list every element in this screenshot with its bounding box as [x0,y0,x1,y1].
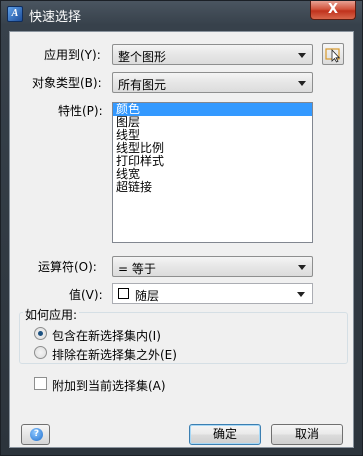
append-checkbox-row[interactable]: 附加到当前选择集(A) [34,376,234,393]
object-type-value: 所有图元 [118,78,167,92]
chevron-down-icon [298,265,306,270]
exclude-radio-row[interactable]: 排除在新选择集之外(E) [34,345,234,362]
window-title: 快速选择 [29,10,82,25]
object-type-combo[interactable]: 所有图元 [112,72,313,93]
how-to-apply-title: 如何应用: [23,306,80,323]
value-label: 值(V): [69,288,103,302]
operator-value: = 等于 [118,262,156,276]
property-list-item[interactable]: 图层 [113,116,312,129]
operator-label: 运算符(O): [38,260,97,274]
include-radio[interactable] [34,327,47,340]
apply-to-value: 整个图形 [118,50,167,64]
apply-to-label: 应用到(Y): [44,48,101,62]
properties-label: 特性(P): [58,104,103,118]
exclude-radio[interactable] [34,346,47,359]
select-objects-button[interactable] [322,43,344,65]
quick-select-dialog: A 快速选择 X 应用到(Y): 整个图形 对象类型(B): 所有图元 特性(P… [0,0,363,456]
chevron-down-icon [298,81,306,86]
chevron-down-icon [297,292,305,297]
value-value: 随层 [135,289,160,303]
property-list-item[interactable]: 颜色 [113,103,312,116]
include-radio-row[interactable]: 包含在新选择集内(I) [34,326,234,343]
color-swatch [118,288,129,299]
select-objects-icon [325,48,341,63]
append-checkbox[interactable] [34,377,47,390]
help-icon: ? [30,428,43,441]
properties-listbox[interactable]: 颜色 图层 线型 线型比例 打印样式 线宽 超链接 [112,102,313,243]
object-type-label: 对象类型(B): [32,76,102,90]
app-icon: A [7,6,23,22]
exclude-label: 排除在新选择集之外(E) [52,348,177,362]
apply-to-combo[interactable]: 整个图形 [112,44,313,65]
chevron-down-icon [298,53,306,58]
ok-button[interactable]: 确定 [189,424,261,445]
append-label: 附加到当前选择集(A) [52,379,166,393]
include-label: 包含在新选择集内(I) [52,329,161,343]
dialog-body: 应用到(Y): 整个图形 对象类型(B): 所有图元 特性(P): 颜色 图层 线型… [9,31,354,448]
cancel-button[interactable]: 取消 [271,424,343,445]
value-combo[interactable]: 随层 [112,283,313,304]
properties-list: 颜色 图层 线型 线型比例 打印样式 线宽 超链接 [113,103,312,194]
title-bar: A 快速选择 X [1,1,362,27]
operator-combo[interactable]: = 等于 [112,256,313,277]
property-list-item[interactable]: 超链接 [113,181,312,194]
property-list-item[interactable]: 打印样式 [113,155,312,168]
help-button[interactable]: ? [21,424,50,445]
close-button[interactable]: X [310,1,356,20]
